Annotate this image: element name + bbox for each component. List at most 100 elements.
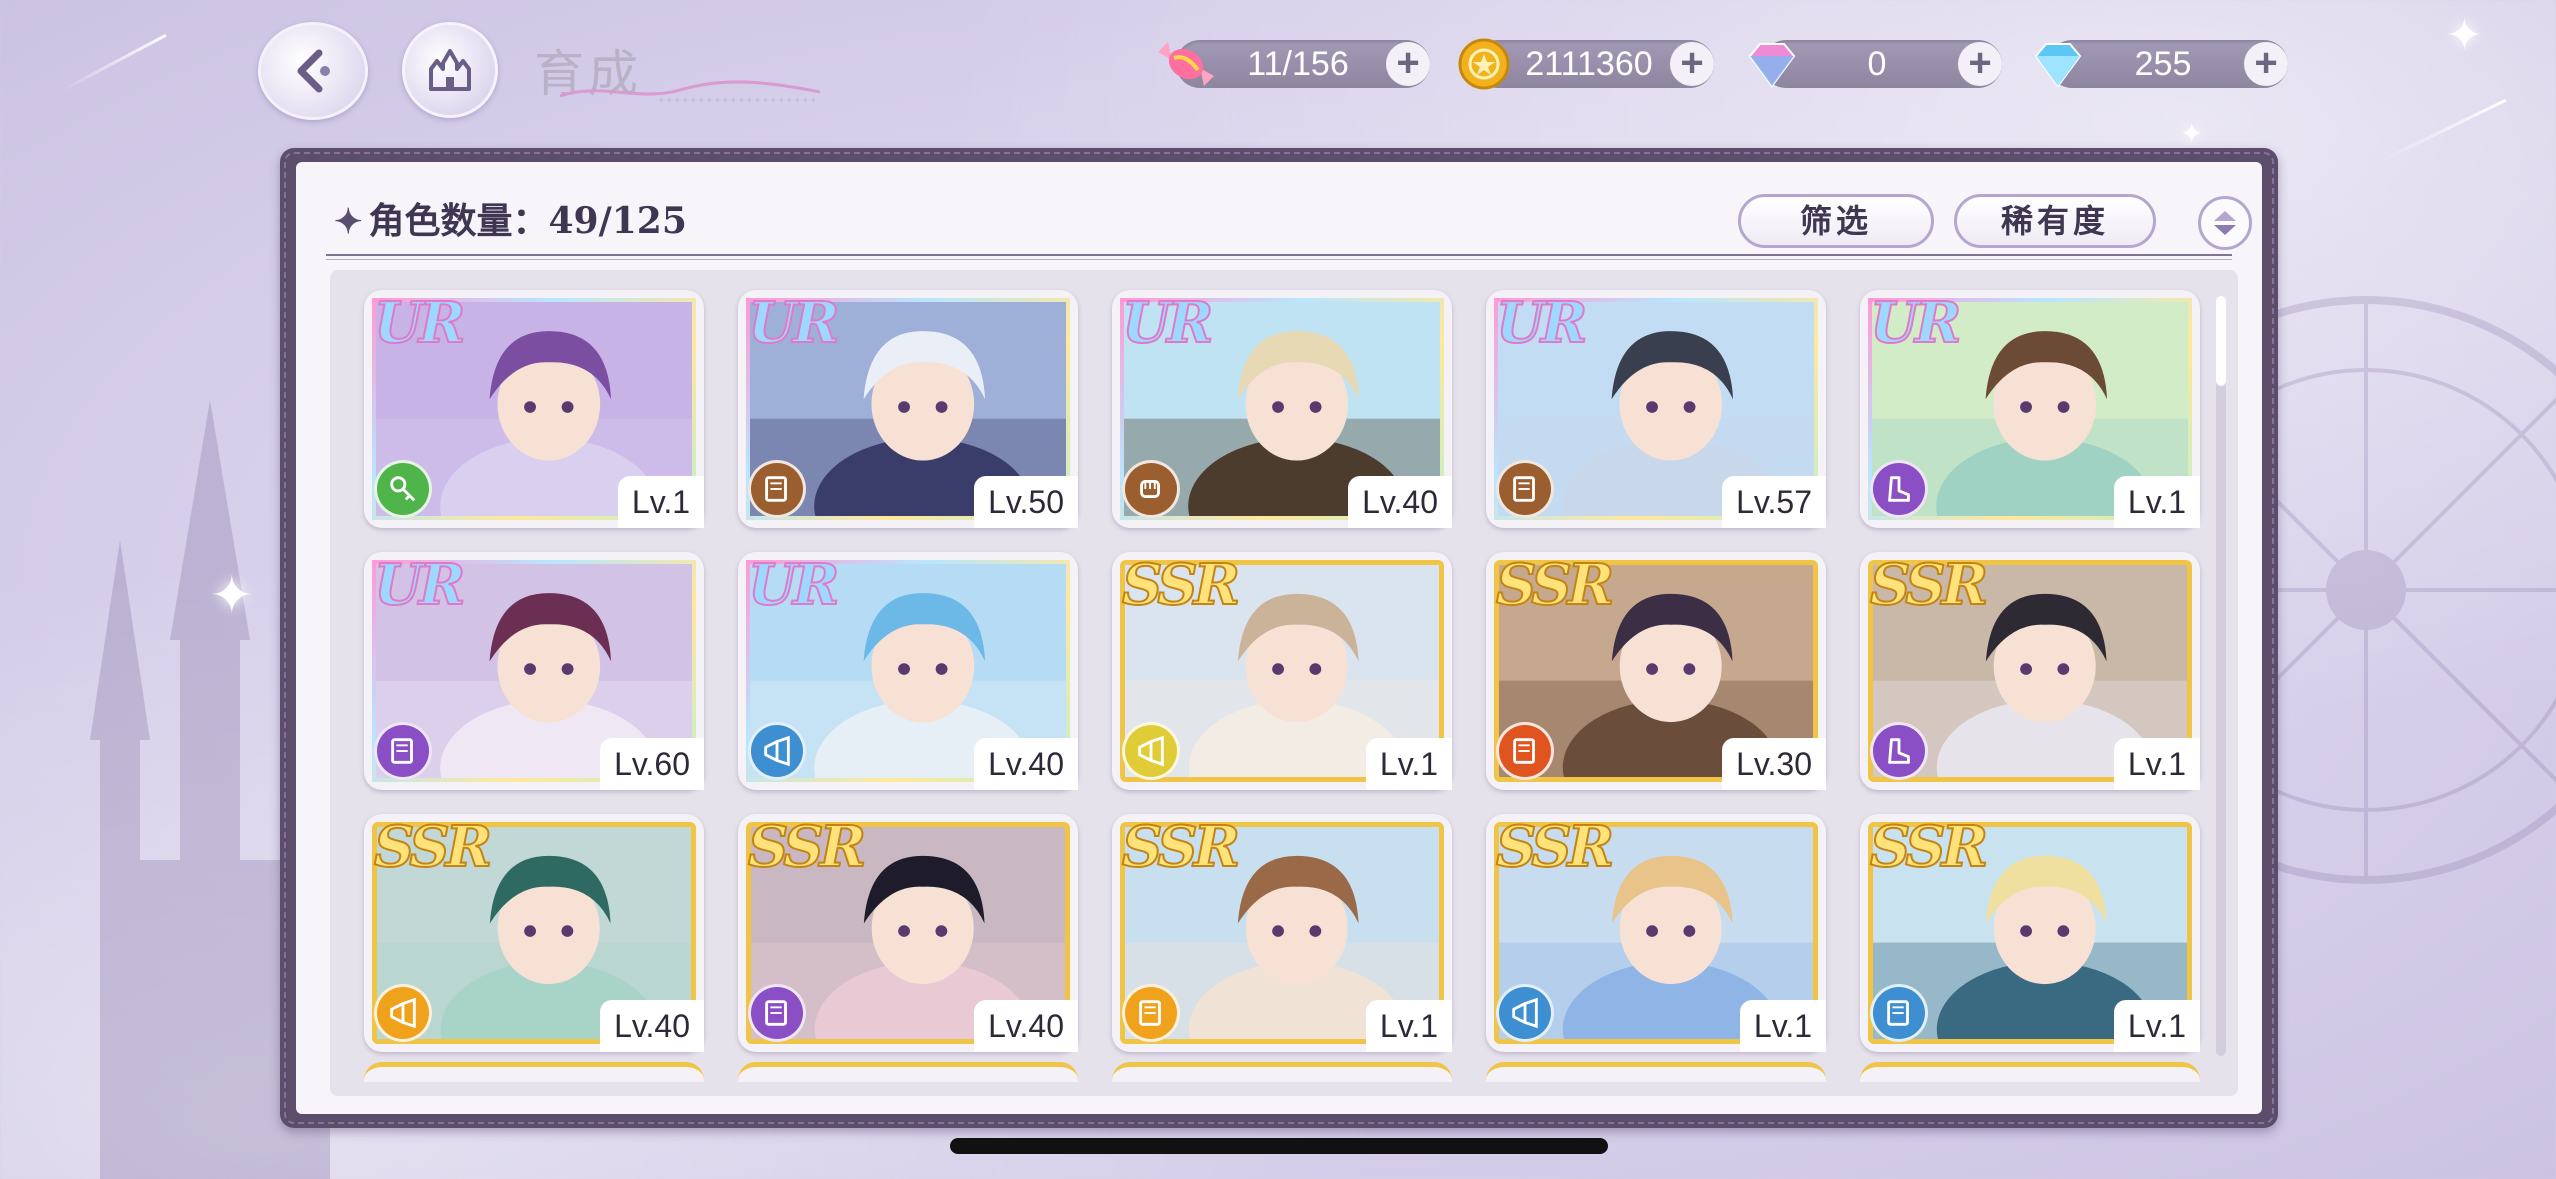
rarity-badge: SSR bbox=[1869, 813, 1989, 881]
blue-diamond-icon bbox=[2034, 43, 2082, 88]
character-card[interactable]: SSR Lv.1 bbox=[1112, 551, 1452, 790]
roster-panel-inner: ✦ 角色数量：49/125 筛选 稀有度 UR Lv.1 UR Lv.50 UR Lv.40… bbox=[296, 162, 2262, 1114]
scrollbar-thumb[interactable] bbox=[2216, 296, 2226, 386]
pink-diamond-icon bbox=[1748, 43, 1796, 88]
character-card[interactable]: SSR Lv.1 bbox=[1486, 813, 1826, 1052]
sort-arrows-icon bbox=[2214, 211, 2236, 235]
home-button[interactable] bbox=[402, 22, 498, 118]
currency-pink-diamond: 0 + bbox=[1748, 40, 2002, 88]
castle-home-icon bbox=[429, 49, 471, 91]
currency-candy: 11/156 + bbox=[1158, 40, 1430, 88]
sort-order-button[interactable] bbox=[2198, 196, 2252, 250]
add-gold-button[interactable]: + bbox=[1670, 42, 1714, 86]
level-label: Lv.1 bbox=[1365, 1000, 1452, 1052]
character-card[interactable]: SSR Lv.40 bbox=[364, 813, 704, 1052]
character-card[interactable]: SSR Lv.40 bbox=[738, 813, 1078, 1052]
add-candy-button[interactable]: + bbox=[1386, 42, 1430, 86]
roster-count-label: 角色数量：49/125 bbox=[368, 200, 687, 242]
currency-blue-diamond: 255 + bbox=[2034, 40, 2288, 88]
roster-count: ✦ 角色数量：49/125 bbox=[334, 192, 687, 244]
level-label: Lv.57 bbox=[1722, 476, 1826, 528]
rarity-badge: SSR bbox=[1495, 551, 1615, 619]
light-streak bbox=[59, 33, 167, 93]
level-label: Lv.60 bbox=[600, 738, 704, 790]
book-role-icon bbox=[1496, 722, 1554, 780]
character-card[interactable]: UR Lv.50 bbox=[738, 289, 1078, 528]
rarity-sort-button[interactable]: 稀有度 bbox=[1954, 194, 2156, 248]
key-role-icon bbox=[374, 460, 432, 518]
book-role-icon bbox=[748, 984, 806, 1042]
book-role-icon bbox=[374, 722, 432, 780]
back-button[interactable] bbox=[258, 22, 368, 120]
character-card[interactable]: SSR Lv.1 bbox=[1860, 813, 2200, 1052]
level-label: Lv.40 bbox=[1348, 476, 1452, 528]
scrollbar[interactable] bbox=[2216, 296, 2226, 1056]
character-grid: UR Lv.1 UR Lv.50 UR Lv.40 UR Lv.57 UR Lv.1 UR Lv.60… bbox=[330, 270, 2238, 1096]
book-role-icon bbox=[1122, 984, 1180, 1042]
level-label: Lv.1 bbox=[2113, 476, 2200, 528]
pink-diamond-value: 0 bbox=[1867, 45, 1887, 83]
sparkle-icon: ✦ bbox=[2446, 11, 2483, 60]
rarity-badge: SSR bbox=[1121, 551, 1241, 619]
character-card[interactable]: UR Lv.40 bbox=[738, 551, 1078, 790]
add-blue-diamond-button[interactable]: + bbox=[2244, 42, 2288, 86]
header-divider bbox=[326, 254, 2232, 260]
filter-button[interactable]: 筛选 bbox=[1738, 194, 1934, 248]
level-label: Lv.50 bbox=[974, 476, 1078, 528]
next-row-peek bbox=[364, 1062, 2204, 1082]
character-card[interactable]: UR Lv.40 bbox=[1112, 289, 1452, 528]
book-role-icon bbox=[1496, 460, 1554, 518]
sparkle-icon: ✦ bbox=[210, 567, 254, 625]
character-card[interactable]: SSR Lv.30 bbox=[1486, 551, 1826, 790]
level-label: Lv.1 bbox=[1365, 738, 1452, 790]
level-label: Lv.1 bbox=[1739, 1000, 1826, 1052]
character-card[interactable]: UR Lv.1 bbox=[1860, 289, 2200, 528]
level-label: Lv.30 bbox=[1722, 738, 1826, 790]
currency-gold: 2111360 + bbox=[1458, 38, 1714, 90]
character-card[interactable]: SSR Lv.1 bbox=[1860, 551, 2200, 790]
book-role-icon bbox=[748, 460, 806, 518]
level-label: Lv.40 bbox=[974, 1000, 1078, 1052]
rarity-badge: UR bbox=[1869, 289, 1962, 357]
level-label: Lv.1 bbox=[2113, 738, 2200, 790]
roster-panel: ✦ 角色数量：49/125 筛选 稀有度 UR Lv.1 UR Lv.50 UR Lv.40… bbox=[280, 148, 2278, 1128]
sparkle-icon: ✦ bbox=[2180, 118, 2204, 149]
character-card[interactable]: SSR Lv.1 bbox=[1112, 813, 1452, 1052]
candy-value: 11/156 bbox=[1247, 45, 1349, 83]
character-card[interactable]: UR Lv.60 bbox=[364, 551, 704, 790]
home-indicator[interactable] bbox=[950, 1138, 1608, 1154]
rarity-badge: UR bbox=[1121, 289, 1214, 357]
boot-role-icon bbox=[1870, 460, 1928, 518]
level-label: Lv.1 bbox=[2113, 1000, 2200, 1052]
level-label: Lv.40 bbox=[974, 738, 1078, 790]
book-role-icon bbox=[1870, 984, 1928, 1042]
horn-role-icon bbox=[1496, 984, 1554, 1042]
rarity-badge: UR bbox=[1495, 289, 1588, 357]
rarity-badge: UR bbox=[373, 289, 466, 357]
rarity-badge: UR bbox=[747, 551, 840, 619]
horn-role-icon bbox=[374, 984, 432, 1042]
level-label: Lv.1 bbox=[617, 476, 704, 528]
rarity-badge: SSR bbox=[1869, 551, 1989, 619]
gold-value: 2111360 bbox=[1525, 45, 1653, 83]
rarity-badge: UR bbox=[373, 551, 466, 619]
sparkle-icon: ✦ bbox=[334, 202, 363, 242]
blue-diamond-value: 255 bbox=[2134, 45, 2192, 83]
fist-role-icon bbox=[1122, 460, 1180, 518]
character-card[interactable]: UR Lv.57 bbox=[1486, 289, 1826, 528]
character-card[interactable]: UR Lv.1 bbox=[364, 289, 704, 528]
horn-role-icon bbox=[1122, 722, 1180, 780]
horn-role-icon bbox=[748, 722, 806, 780]
back-arrow-icon bbox=[297, 49, 330, 93]
title-ornament bbox=[560, 80, 820, 102]
rarity-badge: SSR bbox=[1495, 813, 1615, 881]
rarity-badge: SSR bbox=[1121, 813, 1241, 881]
rarity-badge: UR bbox=[747, 289, 840, 357]
add-pink-diamond-button[interactable]: + bbox=[1958, 42, 2002, 86]
boot-role-icon bbox=[1870, 722, 1928, 780]
light-streak bbox=[2379, 98, 2507, 163]
level-label: Lv.40 bbox=[600, 1000, 704, 1052]
candy-icon bbox=[1158, 42, 1214, 86]
gold-coin-icon bbox=[1458, 38, 1510, 90]
rarity-badge: SSR bbox=[747, 813, 867, 881]
